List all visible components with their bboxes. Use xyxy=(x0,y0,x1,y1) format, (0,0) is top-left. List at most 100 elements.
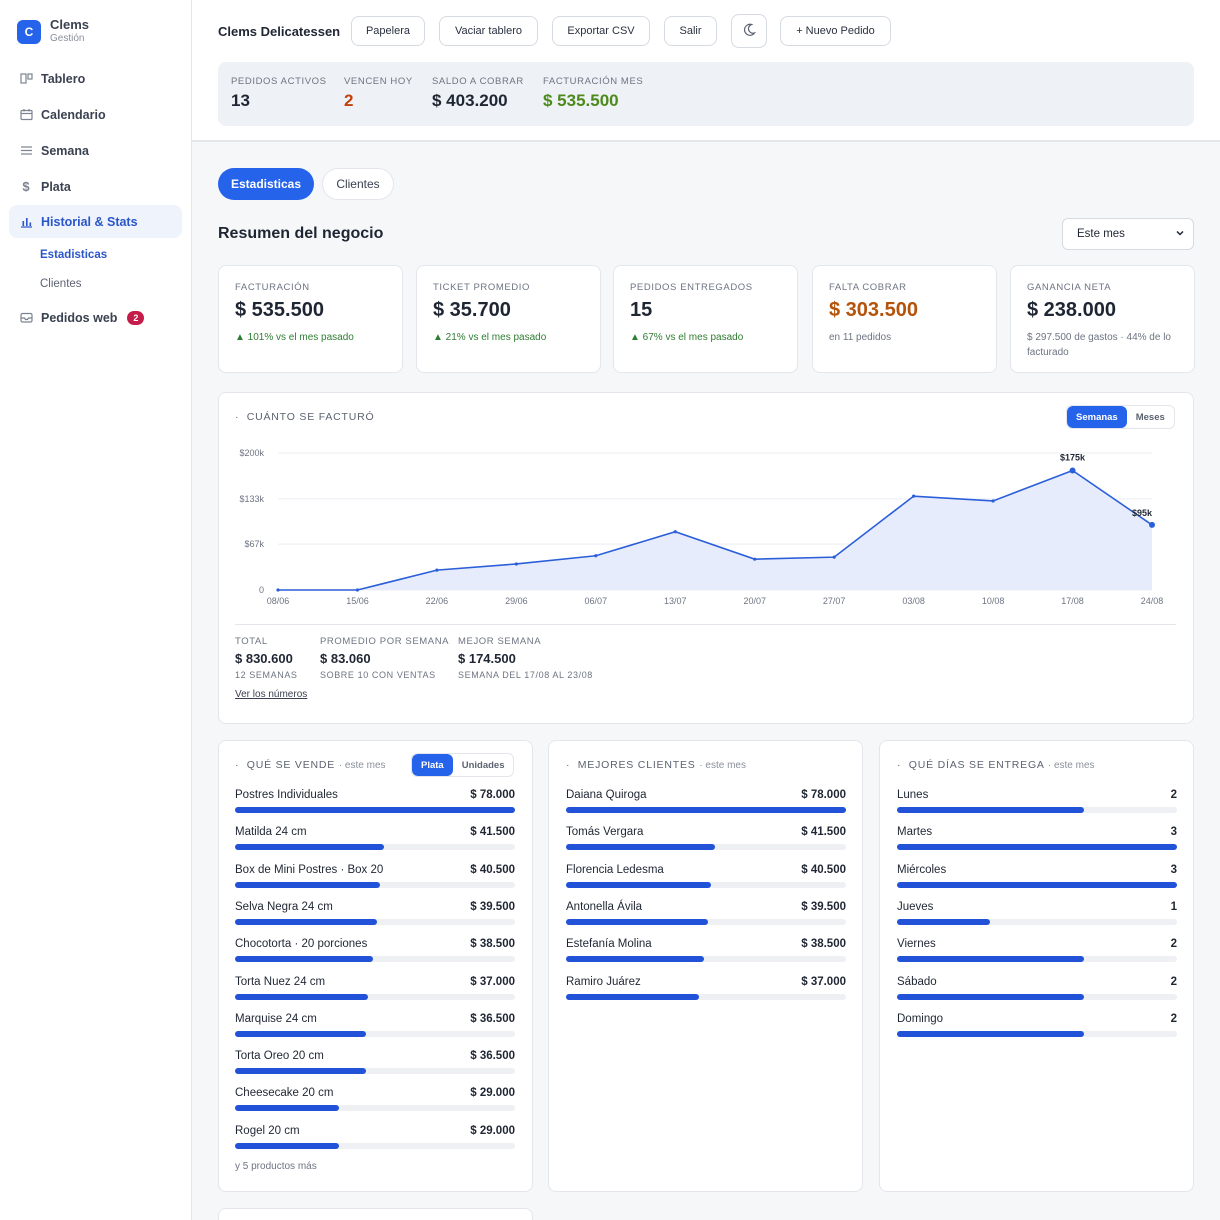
subnav-clientes[interactable]: Clientes xyxy=(40,278,82,290)
sidebar-item-label: Tablero xyxy=(41,71,86,86)
period-select-value: Este mes xyxy=(1077,228,1125,240)
sidebar-item-semana[interactable]: Semana xyxy=(9,134,182,167)
salir-button[interactable]: Salir xyxy=(664,16,717,46)
bar-fill xyxy=(897,993,1084,1000)
data-point xyxy=(514,562,518,566)
bar-track xyxy=(566,881,846,888)
data-point xyxy=(832,555,836,559)
kpi-card: TICKET PROMEDIO $ 35.700 ▲ 21% vs el mes p… xyxy=(416,265,601,373)
dollar-icon: $ xyxy=(22,179,30,194)
new-order-button[interactable]: + Nuevo Pedido xyxy=(780,16,891,46)
summary-label: FACTURACIÓN MES xyxy=(543,76,644,87)
item-value: $ 40.500 xyxy=(801,863,846,876)
ver-numeros-link[interactable]: Ver los números xyxy=(235,689,307,700)
list-item: Lunes 2 xyxy=(897,789,1177,819)
bar-track xyxy=(897,993,1177,1000)
bar-chart-icon xyxy=(19,215,33,229)
kpi-label: GANANCIA NETA xyxy=(1027,282,1112,293)
list-item: Sábado 2 xyxy=(897,976,1177,1006)
x-tick-label: 08/06 xyxy=(267,596,290,606)
data-point xyxy=(912,494,916,498)
vaciar-tablero-button[interactable]: Vaciar tablero xyxy=(439,16,538,46)
inbox-icon xyxy=(19,311,33,325)
exportar-csv-button[interactable]: Exportar CSV xyxy=(552,16,650,46)
sidebar-item-tablero[interactable]: Tablero xyxy=(9,62,182,95)
tab-estadisticas[interactable]: Estadisticas xyxy=(218,168,314,200)
item-name: Chocotorta · 20 porciones xyxy=(235,938,368,951)
period-select[interactable]: Este mes xyxy=(1062,218,1194,250)
tab-clientes[interactable]: Clientes xyxy=(322,168,394,200)
dark-mode-button[interactable] xyxy=(731,14,767,48)
bar-fill xyxy=(235,956,374,963)
sidebar-item-calendario[interactable]: Calendario xyxy=(9,98,182,131)
bar-fill xyxy=(235,844,384,851)
bar-fill xyxy=(566,844,715,851)
sidebar-item-plata[interactable]: $ Plata xyxy=(9,170,182,203)
data-label: $95k xyxy=(1132,508,1153,518)
sidebar-item-label: Calendario xyxy=(41,107,106,122)
x-tick-label: 29/06 xyxy=(505,596,528,606)
bar-track xyxy=(566,993,846,1000)
x-tick-label: 22/06 xyxy=(426,596,449,606)
subnav-estadisticas[interactable]: Estadisticas xyxy=(40,249,107,261)
list-icon xyxy=(19,144,33,158)
revenue-card-title: · CUÁNTO SE FACTURÓ xyxy=(235,411,375,423)
sidebar-item-label: Historial & Stats xyxy=(41,214,138,229)
list-item: Miércoles 3 xyxy=(897,864,1177,894)
x-tick-label: 15/06 xyxy=(346,596,369,606)
revenue-toggle: Semanas Meses xyxy=(1066,405,1175,429)
bar-track xyxy=(235,956,515,963)
more-products-text: y 5 productos más xyxy=(235,1161,317,1172)
revenue-chart: 0 $67k $133k $200k 08/06 15/06 22/06 29/06 06/07… xyxy=(239,448,1163,606)
x-tick-label: 06/07 xyxy=(585,596,608,606)
list-item: Chocotorta · 20 porciones $ 38.500 xyxy=(235,938,515,968)
data-point xyxy=(355,588,360,592)
summary-value: 2 xyxy=(344,91,354,110)
notification-badge: 2 xyxy=(127,310,145,325)
list-item: Cheesecake 20 cm $ 29.000 xyxy=(235,1087,515,1117)
papelera-button[interactable]: Papelera xyxy=(351,16,425,46)
toggle-semanas[interactable]: Semanas xyxy=(1067,406,1127,428)
products-toggle: Plata Unidades xyxy=(411,753,515,777)
stat-label: PROMEDIO POR SEMANA xyxy=(320,636,450,647)
stat-value: $ 174.500 xyxy=(458,651,516,666)
item-name: Torta Oreo 20 cm xyxy=(235,1050,324,1063)
bar-track xyxy=(897,881,1177,888)
bar-track xyxy=(235,807,515,813)
list-item: Ramiro Juárez $ 37.000 xyxy=(566,976,846,1006)
brand-name: Clems xyxy=(50,17,90,32)
bar-track xyxy=(235,1068,515,1075)
extra-card xyxy=(218,1208,533,1220)
item-value: $ 29.000 xyxy=(470,1124,515,1137)
item-value: $ 40.500 xyxy=(470,863,515,876)
kpi-note: $ 297.500 de gastos · 44% de lo facturad… xyxy=(1027,332,1171,358)
sidebar-item-pedidos-web[interactable]: Pedidos web 2 xyxy=(9,301,182,334)
summary-item: FACTURACIÓN MES $ 535.500 xyxy=(543,76,643,111)
bar-fill xyxy=(897,918,991,925)
calendar-icon xyxy=(19,108,33,122)
item-name: Martes xyxy=(897,826,933,839)
list-item: Rogel 20 cm $ 29.000 xyxy=(235,1125,515,1155)
x-tick-label: 17/08 xyxy=(1061,596,1084,606)
data-point xyxy=(1149,521,1155,528)
bar-track xyxy=(235,1030,515,1037)
stat-sub: SEMANA DEL 17/08 AL 23/08 xyxy=(458,670,593,680)
data-label: $175k xyxy=(1060,452,1086,462)
item-name: Matilda 24 cm xyxy=(235,826,307,839)
item-value: $ 39.500 xyxy=(470,900,515,913)
bar-track xyxy=(897,956,1177,963)
bar-track xyxy=(235,918,515,925)
toggle-plata[interactable]: Plata xyxy=(412,754,453,776)
item-name: Lunes xyxy=(897,789,929,801)
toggle-unidades[interactable]: Unidades xyxy=(453,754,514,776)
x-tick-label: 10/08 xyxy=(982,596,1005,606)
item-value: 2 xyxy=(1170,938,1177,951)
toggle-meses[interactable]: Meses xyxy=(1127,406,1174,428)
header: Clems Delicatessen Papelera Vaciar table… xyxy=(192,0,1220,142)
brand[interactable]: C Clems Gestión xyxy=(17,18,89,46)
kpi-value: $ 303.500 xyxy=(829,299,918,321)
kpi-note: ▲ 21% vs el mes pasado xyxy=(433,332,547,343)
item-name: Viernes xyxy=(897,938,936,951)
sidebar-item-historial[interactable]: Historial & Stats xyxy=(9,205,182,238)
summary-value: $ 535.500 xyxy=(543,91,619,110)
